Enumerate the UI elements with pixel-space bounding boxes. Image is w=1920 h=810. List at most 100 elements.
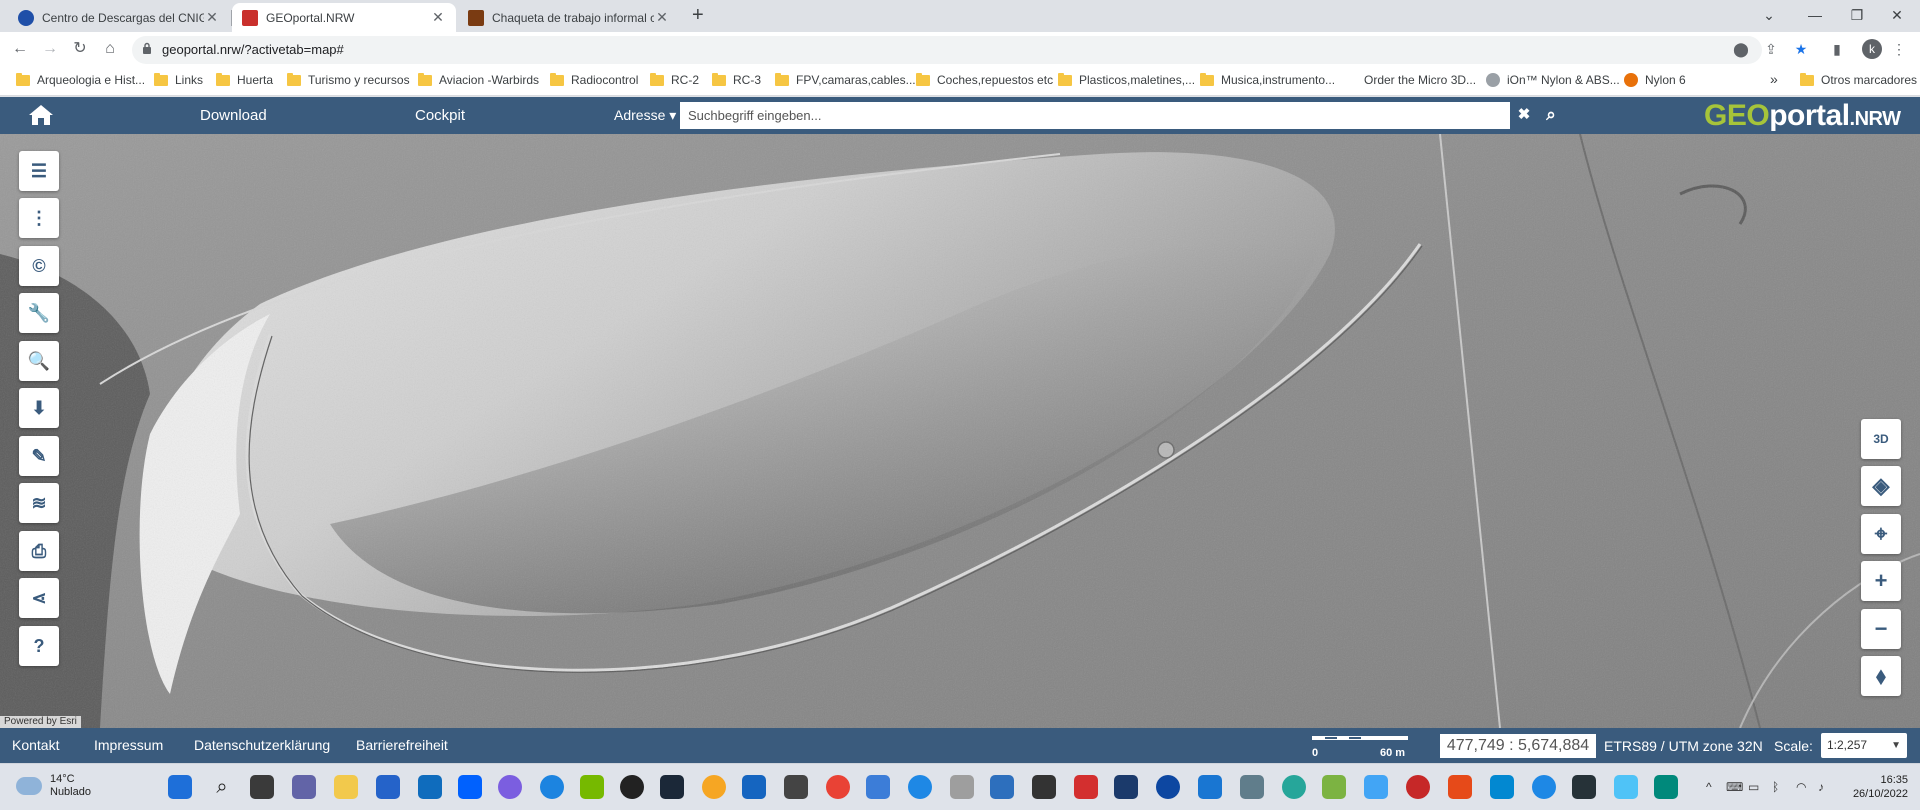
bookmark-folder[interactable]: Radiocontrol <box>550 72 638 87</box>
download-button[interactable]: ⬇ <box>19 388 59 428</box>
acrobat-icon[interactable] <box>1074 775 1098 799</box>
copyright-button[interactable]: © <box>19 246 59 286</box>
clear-search-icon[interactable]: ✖ <box>1516 107 1532 123</box>
new-tab-button[interactable]: + <box>692 4 704 27</box>
browser-menu-icon[interactable]: ⋮ <box>1890 40 1908 58</box>
bookmark-folder[interactable]: Huerta <box>216 72 273 87</box>
forward-arrow-icon[interactable]: → <box>39 38 61 60</box>
weather-widget[interactable]: 14°C Nublado <box>16 773 91 799</box>
share-button[interactable]: ⋖ <box>19 578 59 618</box>
footer-link-kontakt[interactable]: Kontakt <box>12 737 59 753</box>
print-button[interactable]: ⎙ <box>19 531 59 571</box>
teams-icon[interactable] <box>292 775 316 799</box>
bookmark-folder[interactable]: Coches,repuestos etc <box>916 72 1053 87</box>
chat-app-icon[interactable] <box>1282 775 1306 799</box>
tray-device-icon[interactable]: ⌨ <box>1726 780 1743 794</box>
3d-view-button[interactable]: 3D <box>1861 419 1901 459</box>
tab-geoportal[interactable]: GEOportal.NRW ✕ <box>232 3 456 32</box>
bookmark-folder[interactable]: Arqueologia e Hist... <box>16 72 145 87</box>
search-icon[interactable]: ⌕ <box>1543 106 1559 123</box>
footer-link-impressum[interactable]: Impressum <box>94 737 163 753</box>
cube-app-icon[interactable] <box>1572 775 1596 799</box>
profile-avatar[interactable]: k <box>1862 39 1882 59</box>
dropbox-icon[interactable] <box>458 775 482 799</box>
music-icon[interactable] <box>866 775 890 799</box>
system-clock[interactable]: 16:35 26/10/2022 <box>1852 773 1908 801</box>
locate-button[interactable]: ⌖ <box>1861 514 1901 554</box>
location-icon[interactable]: ⬤ <box>1732 40 1750 58</box>
window-app-icon[interactable] <box>784 775 808 799</box>
add-layer-button[interactable]: ≋ <box>19 483 59 523</box>
layers-button[interactable]: ◈ <box>1861 466 1901 506</box>
notes-icon[interactable] <box>990 775 1014 799</box>
search-data-button[interactable]: 🔍 <box>19 341 59 381</box>
bookmark-folder[interactable]: Aviacion -Warbirds <box>418 72 539 87</box>
share-page-icon[interactable]: ⇪ <box>1762 40 1780 58</box>
zoom-in-button[interactable]: + <box>1861 561 1901 601</box>
search-mode-dropdown[interactable]: Adresse ▾ <box>614 107 676 124</box>
disk-app-icon[interactable] <box>950 775 974 799</box>
network-app-icon[interactable] <box>1240 775 1264 799</box>
more-menu-button[interactable]: ⋮ <box>19 198 59 238</box>
tray-overflow-icon[interactable]: ^ <box>1706 780 1712 794</box>
task-view-icon[interactable] <box>250 775 274 799</box>
zoom-out-button[interactable]: − <box>1861 609 1901 649</box>
tab-chaqueta[interactable]: Chaqueta de trabajo informal cálida ✕ <box>458 3 680 32</box>
draw-button[interactable]: ✎ <box>19 436 59 476</box>
minimize-icon[interactable]: — <box>1792 2 1838 28</box>
home-icon[interactable] <box>28 103 54 127</box>
tools-button[interactable]: 🔧 <box>19 293 59 333</box>
ruler-app-icon[interactable] <box>1364 775 1388 799</box>
record-app-icon[interactable] <box>1406 775 1430 799</box>
bookmark-folder[interactable]: RC-3 <box>712 72 761 87</box>
back-arrow-icon[interactable]: ← <box>9 38 31 60</box>
tab-close-icon[interactable]: ✕ <box>204 9 220 26</box>
other-bookmarks[interactable]: Otros marcadores <box>1800 72 1917 87</box>
tab-close-icon[interactable]: ✕ <box>654 9 670 26</box>
bookmark-folder[interactable]: Plasticos,maletines,... <box>1058 72 1195 87</box>
bookmark-folder[interactable]: RC-2 <box>650 72 699 87</box>
bookmark-folder[interactable]: FPV,camaras,cables... <box>775 72 916 87</box>
layer-list-button[interactable]: ☰ <box>19 151 59 191</box>
tray-battery-icon[interactable]: ▭ <box>1748 780 1759 794</box>
b-app-icon[interactable] <box>620 775 644 799</box>
media-icon[interactable] <box>702 775 726 799</box>
chrome-icon[interactable] <box>826 775 850 799</box>
footer-link-datenschutz[interactable]: Datenschutzerklärung <box>194 737 330 753</box>
store-icon[interactable] <box>376 775 400 799</box>
reload-icon[interactable]: ↻ <box>69 38 91 60</box>
blocked-app-icon[interactable] <box>908 775 932 799</box>
gear-app-icon[interactable] <box>1156 775 1180 799</box>
triangle-app-icon[interactable] <box>1032 775 1056 799</box>
scale-select[interactable]: 1:2,257 ▼ <box>1821 733 1907 758</box>
bookmark-folder[interactable]: Turismo y recursos <box>287 72 410 87</box>
nav-cockpit[interactable]: Cockpit <box>415 107 465 124</box>
north-arrow-button[interactable]: ⬧ <box>1861 656 1901 696</box>
bookmarks-overflow-icon[interactable]: » <box>1770 71 1778 87</box>
bookmark-site[interactable]: Nylon 6 <box>1624 73 1686 87</box>
mail-icon[interactable] <box>418 775 442 799</box>
tray-volume-icon[interactable]: ♪ <box>1818 780 1824 794</box>
help-app-icon[interactable] <box>540 775 564 799</box>
r-app-icon[interactable] <box>1448 775 1472 799</box>
bookmark-site[interactable]: iOn™ Nylon & ABS... <box>1486 73 1620 87</box>
text-app-icon[interactable] <box>1114 775 1138 799</box>
power-app-icon[interactable] <box>742 775 766 799</box>
nav-download[interactable]: Download <box>200 107 267 124</box>
address-bar[interactable]: geoportal.nrw/?activetab=map# <box>132 36 1762 64</box>
window-close-icon[interactable]: ✕ <box>1874 2 1920 28</box>
tray-bluetooth-icon[interactable]: ᛒ <box>1772 780 1779 794</box>
edge-icon[interactable] <box>1532 775 1556 799</box>
bookmark-folder[interactable]: Links <box>154 72 203 87</box>
search-input[interactable] <box>680 102 1510 129</box>
app-icon[interactable] <box>498 775 522 799</box>
tab-cnig[interactable]: Centro de Descargas del CNIG (IGN) ✕ <box>8 3 230 32</box>
photos-icon[interactable] <box>1198 775 1222 799</box>
tray-wifi-icon[interactable]: ◠ <box>1796 780 1806 794</box>
bookmark-folder[interactable]: Musica,instrumento... <box>1200 72 1335 87</box>
viewer-app-icon[interactable] <box>1654 775 1678 799</box>
home-icon[interactable]: ⌂ <box>99 38 121 60</box>
side-panel-icon[interactable]: ▮ <box>1828 40 1846 58</box>
nvidia-icon[interactable] <box>580 775 604 799</box>
footer-link-barrierefreiheit[interactable]: Barrierefreiheit <box>356 737 448 753</box>
